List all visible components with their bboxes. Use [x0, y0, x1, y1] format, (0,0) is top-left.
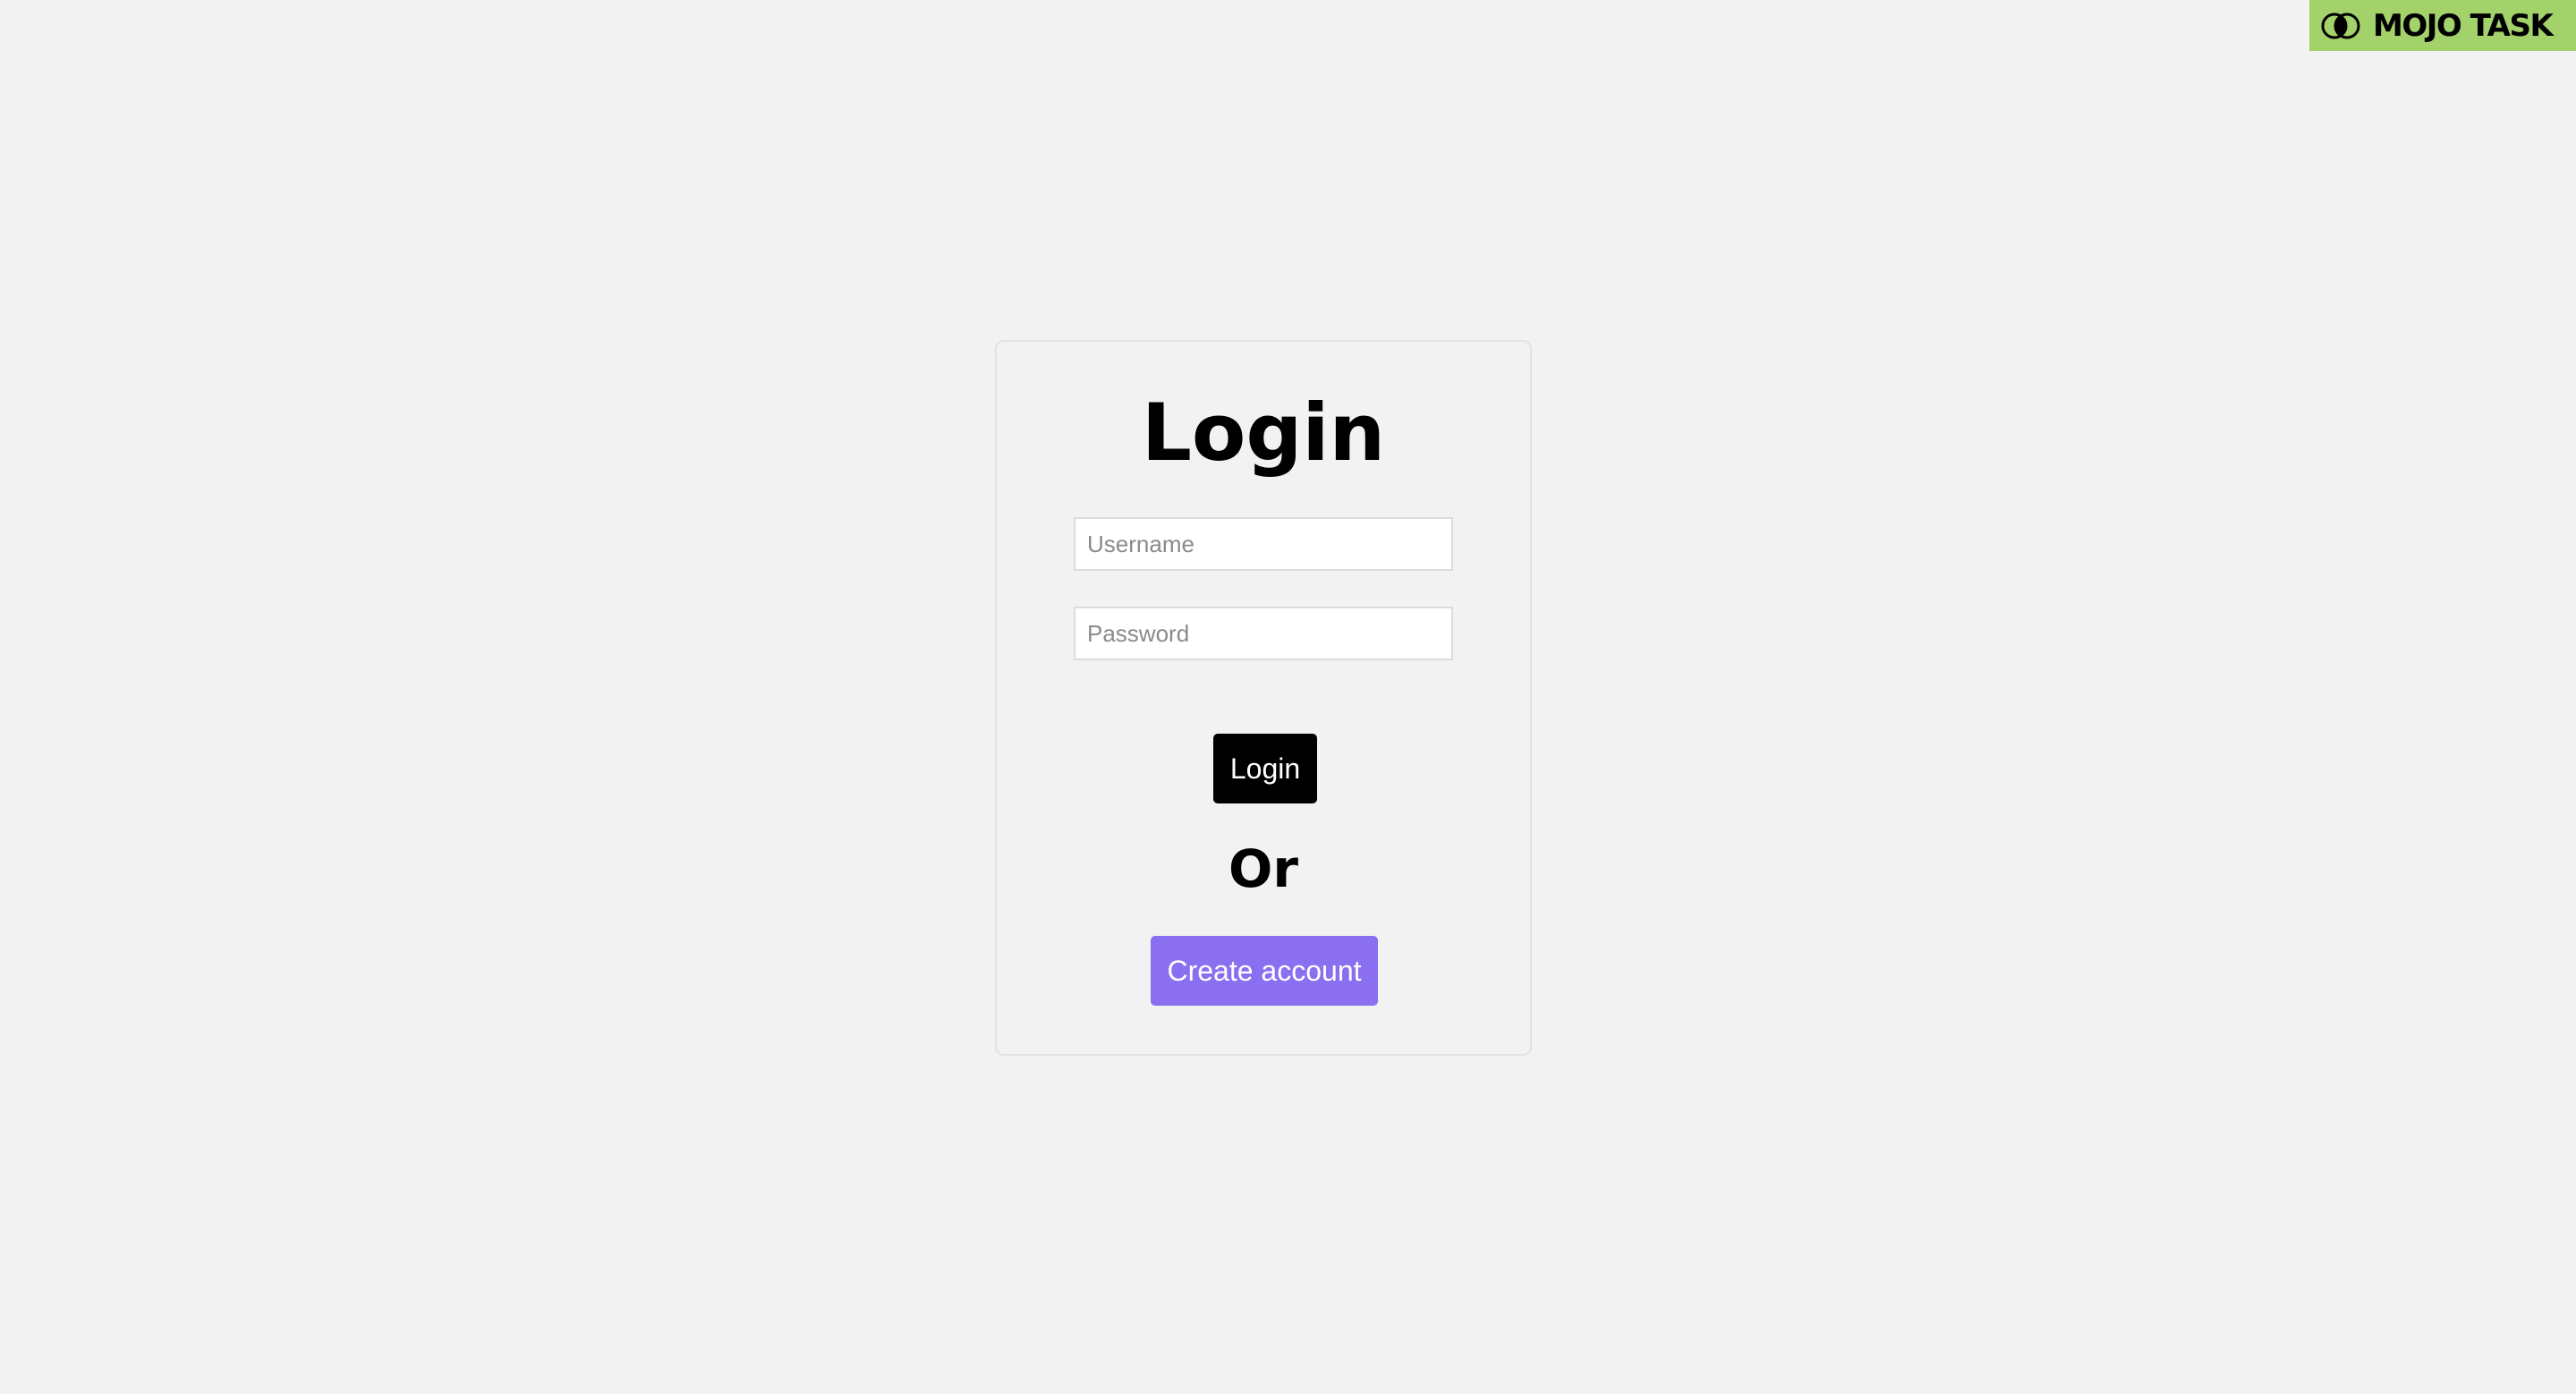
login-title: Login — [1141, 387, 1386, 479]
overlapping-circles-logo-icon — [2321, 13, 2360, 38]
or-separator: Or — [1228, 838, 1298, 899]
brand-name: MOJO TASK — [2373, 7, 2554, 44]
username-input[interactable] — [1074, 517, 1453, 571]
password-input[interactable] — [1074, 607, 1453, 660]
login-button[interactable]: Login — [1213, 734, 1317, 803]
brand-badge: MOJO TASK — [2309, 0, 2576, 51]
create-account-button[interactable]: Create account — [1151, 936, 1378, 1006]
login-card: Login Login Or Create account — [995, 340, 1532, 1056]
